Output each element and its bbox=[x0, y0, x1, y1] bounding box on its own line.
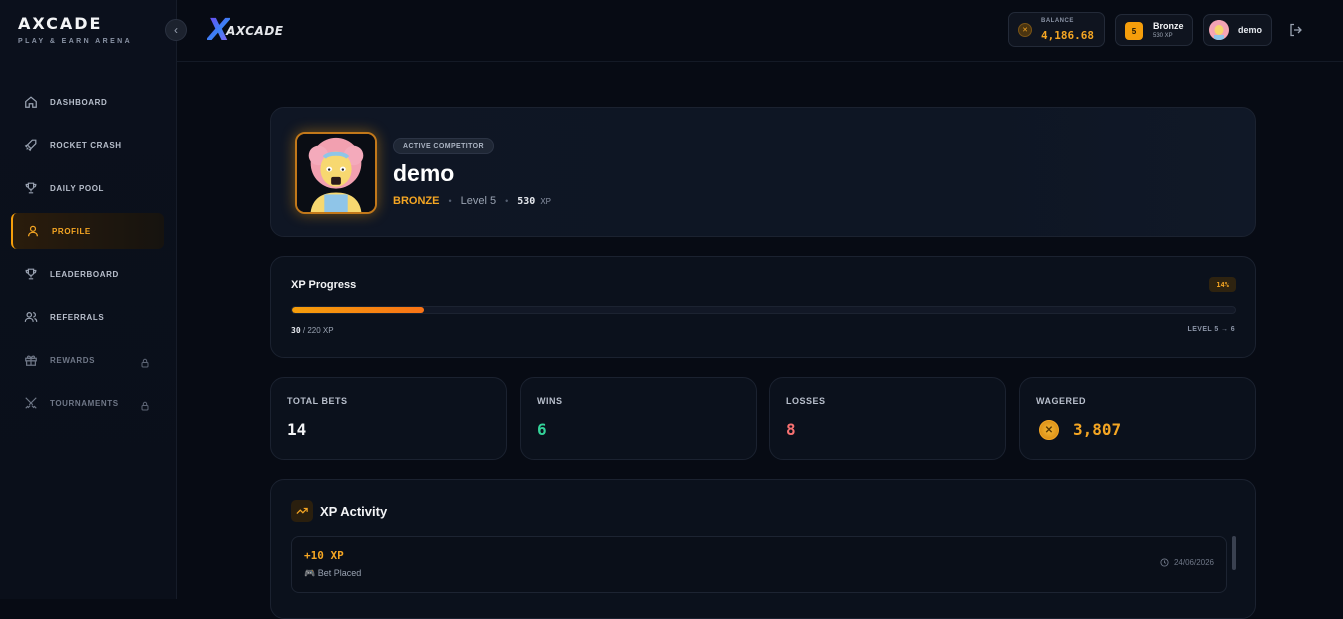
sidebar-item-label: TOURNAMENTS bbox=[50, 398, 119, 408]
sidebar-item-tournaments[interactable]: TOURNAMENTS bbox=[11, 385, 164, 421]
stat-total-bets: TOTAL BETS 14 bbox=[270, 377, 507, 460]
sidebar-item-label: ROCKET CRASH bbox=[50, 140, 122, 150]
xp-percent-badge: 14% bbox=[1209, 277, 1236, 292]
rank-xp: 530 XP bbox=[1153, 33, 1173, 39]
sidebar-item-dashboard[interactable]: DASHBOARD bbox=[11, 84, 164, 120]
sidebar-item-referrals[interactable]: REFERRALS bbox=[11, 299, 164, 335]
profile-card: ACTIVE COMPETITOR demo BRONZE • Level 5 … bbox=[270, 107, 1256, 237]
separator-dot: • bbox=[448, 196, 452, 206]
sidebar-nav: DASHBOARD ROCKET CRASH DAILY POOL PROFIL… bbox=[11, 84, 164, 428]
tier-label: BRONZE bbox=[393, 195, 440, 207]
xp-value: 530 bbox=[517, 195, 536, 207]
status-badge: ACTIVE COMPETITOR bbox=[393, 138, 494, 154]
balance-label: BALANCE bbox=[1041, 18, 1074, 24]
coin-icon: ✕ bbox=[1039, 420, 1059, 440]
sidebar-item-daily-pool[interactable]: DAILY POOL bbox=[11, 170, 164, 206]
xp-activity-title: XP Activity bbox=[320, 504, 388, 519]
username: demo bbox=[1238, 25, 1263, 35]
stat-wagered: WAGERED ✕ 3,807 bbox=[1019, 377, 1256, 460]
stat-label: TOTAL BETS bbox=[287, 396, 348, 406]
swords-icon bbox=[24, 396, 38, 410]
xp-total: / 220 XP bbox=[302, 326, 334, 335]
balance-widget[interactable]: ✕ BALANCE 4,186.68 bbox=[1008, 12, 1105, 47]
xp-current-value: 30 bbox=[291, 326, 301, 335]
separator-dot: • bbox=[505, 196, 509, 206]
activity-xp: +10 XP bbox=[304, 549, 344, 562]
trophy-icon bbox=[24, 267, 38, 281]
logo-text: AXCADE bbox=[226, 23, 284, 38]
home-icon bbox=[24, 95, 38, 109]
list-item[interactable]: +10 XP 🎮 Bet Placed 24/06/2026 bbox=[291, 536, 1227, 593]
sidebar-item-leaderboard[interactable]: LEADERBOARD bbox=[11, 256, 164, 292]
avatar bbox=[1209, 20, 1229, 40]
users-icon bbox=[24, 310, 38, 324]
stat-label: WAGERED bbox=[1036, 396, 1087, 406]
sidebar-item-label: DASHBOARD bbox=[50, 97, 108, 107]
xp-progress-fill bbox=[292, 307, 425, 313]
level-label: Level 5 bbox=[460, 195, 497, 207]
stat-label: LOSSES bbox=[786, 396, 826, 406]
profile-name: demo bbox=[393, 160, 455, 186]
sidebar-item-rocket-crash[interactable]: ROCKET CRASH bbox=[11, 127, 164, 163]
profile-avatar bbox=[295, 132, 377, 214]
sidebar-item-label: LEADERBOARD bbox=[50, 269, 119, 279]
sidebar: AXCADE PLAY & EARN ARENA DASHBOARD ROCKE… bbox=[0, 0, 177, 599]
stat-losses: LOSSES 8 bbox=[769, 377, 1006, 460]
rocket-icon bbox=[24, 138, 38, 152]
gift-icon bbox=[24, 353, 38, 367]
stat-value: 8 bbox=[786, 420, 796, 439]
level-range: LEVEL 5 → 6 bbox=[1187, 326, 1235, 333]
activity-date-text: 24/06/2026 bbox=[1173, 558, 1214, 567]
sidebar-item-label: REWARDS bbox=[50, 355, 96, 365]
sidebar-item-label: REFERRALS bbox=[50, 312, 105, 322]
stat-value: 14 bbox=[287, 420, 307, 439]
profile-meta: BRONZE • Level 5 • 530 XP bbox=[393, 195, 551, 207]
sidebar-item-label: DAILY POOL bbox=[50, 183, 105, 193]
rank-name: Bronze bbox=[1153, 21, 1184, 31]
xp-progress-card: XP Progress 14% 30 / 220 XP LEVEL 5 → 6 bbox=[270, 256, 1256, 358]
xp-progress-bar bbox=[291, 306, 1236, 314]
xp-unit: XP bbox=[540, 196, 551, 206]
logout-icon bbox=[1290, 23, 1302, 37]
brand-subtitle: PLAY & EARN ARENA bbox=[18, 38, 133, 45]
activity-scrollbar[interactable] bbox=[1232, 536, 1236, 570]
sidebar-item-rewards[interactable]: REWARDS bbox=[11, 342, 164, 378]
clock-icon bbox=[1160, 558, 1169, 567]
sidebar-item-label: PROFILE bbox=[52, 226, 91, 236]
brand-title: AXCADE bbox=[18, 14, 103, 33]
trending-up-icon bbox=[291, 500, 313, 522]
brand: AXCADE PLAY & EARN ARENA bbox=[18, 14, 132, 45]
rank-widget[interactable]: 5 Bronze 530 XP bbox=[1115, 14, 1193, 46]
logo[interactable]: X AXCADE bbox=[207, 13, 284, 48]
rank-level-badge: 5 bbox=[1125, 22, 1143, 40]
activity-date: 24/06/2026 bbox=[1160, 558, 1214, 567]
xp-progress-title: XP Progress bbox=[291, 279, 357, 291]
user-menu[interactable]: demo bbox=[1203, 14, 1272, 46]
balance-value: 4,186.68 bbox=[1041, 29, 1094, 42]
xp-current: 30 / 220 XP bbox=[291, 326, 334, 335]
stat-label: WINS bbox=[537, 396, 563, 406]
activity-source: 🎮 Bet Placed bbox=[304, 568, 362, 578]
coin-icon: ✕ bbox=[1018, 23, 1032, 37]
lock-icon bbox=[140, 398, 150, 411]
top-bar: X AXCADE ✕ BALANCE 4,186.68 5 Bronze 530… bbox=[177, 0, 1343, 62]
trophy-icon bbox=[24, 181, 38, 195]
lock-icon bbox=[140, 355, 150, 368]
stat-value: 6 bbox=[537, 420, 547, 439]
chevron-left-icon: ‹ bbox=[174, 23, 178, 37]
xp-activity-card: XP Activity +10 XP 🎮 Bet Placed 24/06/20… bbox=[270, 479, 1256, 619]
collapse-sidebar-button[interactable]: ‹ bbox=[165, 19, 187, 41]
logout-button[interactable] bbox=[1288, 22, 1304, 38]
sidebar-item-profile[interactable]: PROFILE bbox=[11, 213, 164, 249]
user-icon bbox=[26, 224, 40, 238]
stat-value: 3,807 bbox=[1073, 420, 1122, 439]
stat-wins: WINS 6 bbox=[520, 377, 757, 460]
